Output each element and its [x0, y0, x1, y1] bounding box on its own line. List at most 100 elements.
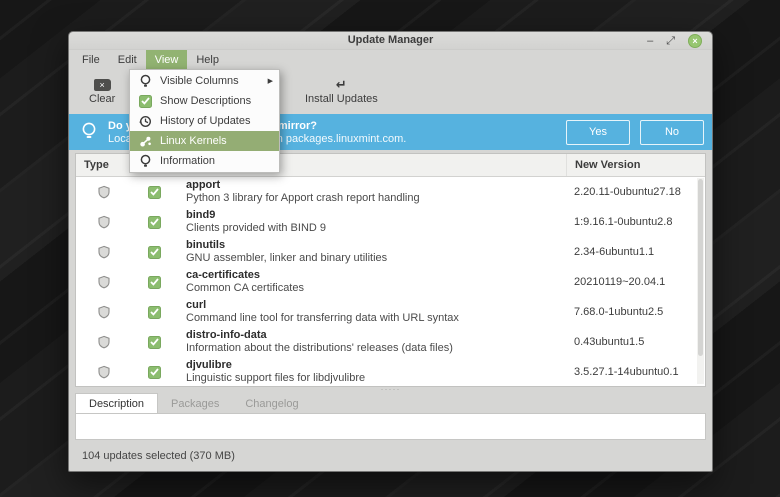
- history-icon: [138, 115, 152, 128]
- menu-item-visible-columns[interactable]: Visible Columns ▶: [130, 71, 279, 91]
- table-row[interactable]: ca-certificates Common CA certificates 2…: [76, 267, 705, 297]
- table-row[interactable]: binutils GNU assembler, linker and binar…: [76, 237, 705, 267]
- checkbox-checked-icon: [148, 306, 161, 319]
- package-name: apport: [186, 179, 566, 192]
- menu-view[interactable]: View: [146, 50, 188, 69]
- package-new-version: 1:9.16.1-0ubuntu2.8: [566, 216, 697, 228]
- checkbox-checked-icon: [138, 95, 152, 108]
- package-new-version: 2.34-6ubuntu1.1: [566, 246, 697, 258]
- install-updates-button[interactable]: ↵ Install Updates: [293, 71, 390, 112]
- view-menu-dropdown: Visible Columns ▶ Show Descriptions Hist…: [129, 69, 280, 173]
- restore-button[interactable]: ⤢: [666, 34, 675, 49]
- menu-item-label: Visible Columns: [160, 75, 268, 87]
- clear-icon: ×: [94, 79, 111, 91]
- tab-packages[interactable]: Packages: [158, 395, 232, 413]
- package-new-version: 2.20.11-0ubuntu27.18: [566, 186, 697, 198]
- package-name: binutils: [186, 239, 566, 252]
- menu-item-label: Linux Kernels: [160, 135, 273, 147]
- package-cell: apport Python 3 library for Apport crash…: [176, 179, 566, 205]
- description-panel: [75, 413, 706, 440]
- menu-item-label: Information: [160, 155, 273, 167]
- menu-item-label: Show Descriptions: [160, 95, 273, 107]
- package-cell: djvulibre Linguistic support files for l…: [176, 359, 566, 385]
- package-cell: curl Command line tool for transferring …: [176, 299, 566, 325]
- menu-item-show-descriptions[interactable]: Show Descriptions: [130, 91, 279, 111]
- package-new-version: 20210119~20.04.1: [566, 276, 697, 288]
- package-name: ca-certificates: [186, 269, 566, 282]
- clear-button[interactable]: × Clear: [77, 71, 127, 112]
- titlebar-buttons: – ⤢ ×: [647, 33, 702, 49]
- package-name: bind9: [186, 209, 566, 222]
- security-shield-icon: [76, 245, 132, 259]
- security-shield-icon: [76, 305, 132, 319]
- clear-button-label: Clear: [89, 93, 115, 105]
- table-scrollbar[interactable]: [697, 178, 704, 384]
- package-description: Command line tool for transferring data …: [186, 312, 566, 325]
- checkbox-checked-icon: [148, 366, 161, 379]
- tab-description[interactable]: Description: [75, 393, 158, 413]
- package-description: GNU assembler, linker and binary utiliti…: [186, 252, 566, 265]
- package-description: Common CA certificates: [186, 282, 566, 295]
- row-checkbox[interactable]: [132, 216, 176, 229]
- tab-changelog[interactable]: Changelog: [232, 395, 311, 413]
- main-content: Type New Version apport Python 3 li: [69, 150, 712, 471]
- table-row[interactable]: djvulibre Linguistic support files for l…: [76, 357, 705, 387]
- menu-item-label: History of Updates: [160, 115, 273, 127]
- table-row[interactable]: distro-info-data Information about the d…: [76, 327, 705, 357]
- row-checkbox[interactable]: [132, 366, 176, 379]
- column-header-new-version[interactable]: New Version: [566, 154, 697, 176]
- package-new-version: 3.5.27.1-14ubuntu0.1: [566, 366, 697, 378]
- row-checkbox[interactable]: [132, 246, 176, 259]
- checkbox-checked-icon: [148, 216, 161, 229]
- row-checkbox[interactable]: [132, 276, 176, 289]
- menu-item-history-of-updates[interactable]: History of Updates: [130, 111, 279, 131]
- menu-file[interactable]: File: [73, 50, 109, 69]
- security-shield-icon: [76, 335, 132, 349]
- row-checkbox[interactable]: [132, 336, 176, 349]
- updates-table: Type New Version apport Python 3 li: [75, 153, 706, 387]
- table-row[interactable]: bind9 Clients provided with BIND 9 1:9.1…: [76, 207, 705, 237]
- package-new-version: 7.68.0-1ubuntu2.5: [566, 306, 697, 318]
- security-shield-icon: [76, 275, 132, 289]
- scrollbar-thumb[interactable]: [698, 179, 703, 356]
- status-text: 104 updates selected (370 MB): [82, 450, 235, 462]
- package-cell: distro-info-data Information about the d…: [176, 329, 566, 355]
- lightbulb-icon: [81, 121, 97, 143]
- kernels-icon: [138, 135, 152, 148]
- statusbar: 104 updates selected (370 MB): [75, 440, 706, 471]
- row-checkbox[interactable]: [132, 306, 176, 319]
- package-description: Python 3 library for Apport crash report…: [186, 192, 566, 205]
- window-title: Update Manager: [69, 34, 712, 46]
- table-row[interactable]: apport Python 3 library for Apport crash…: [76, 177, 705, 207]
- package-description: Information about the distributions' rel…: [186, 342, 566, 355]
- table-row[interactable]: curl Command line tool for transferring …: [76, 297, 705, 327]
- column-header-type[interactable]: Type: [76, 159, 132, 171]
- menu-help[interactable]: Help: [187, 50, 228, 69]
- menubar: File Edit View Help: [69, 50, 712, 69]
- menu-item-linux-kernels[interactable]: Linux Kernels: [130, 131, 279, 151]
- menu-item-information[interactable]: Information: [130, 151, 279, 171]
- package-name: curl: [186, 299, 566, 312]
- submenu-arrow-icon: ▶: [268, 77, 273, 85]
- titlebar[interactable]: Update Manager – ⤢ ×: [69, 32, 712, 50]
- package-description: Linguistic support files for libdjvulibr…: [186, 372, 566, 385]
- install-button-label: Install Updates: [305, 93, 378, 105]
- package-cell: bind9 Clients provided with BIND 9: [176, 209, 566, 235]
- no-button[interactable]: No: [640, 120, 704, 145]
- security-shield-icon: [76, 215, 132, 229]
- checkbox-checked-icon: [148, 186, 161, 199]
- package-description: Clients provided with BIND 9: [186, 222, 566, 235]
- row-checkbox[interactable]: [132, 186, 176, 199]
- close-button[interactable]: ×: [688, 34, 702, 48]
- package-new-version: 0.43ubuntu1.5: [566, 336, 697, 348]
- menu-edit[interactable]: Edit: [109, 50, 146, 69]
- pin-icon: [138, 154, 152, 168]
- desktop-background: Update Manager – ⤢ × File Edit View Help…: [0, 0, 780, 497]
- package-name: distro-info-data: [186, 329, 566, 342]
- checkbox-checked-icon: [148, 336, 161, 349]
- yes-button[interactable]: Yes: [566, 120, 630, 145]
- minimize-button[interactable]: –: [647, 34, 653, 49]
- update-manager-window: Update Manager – ⤢ × File Edit View Help…: [68, 31, 713, 472]
- checkbox-checked-icon: [148, 246, 161, 259]
- pin-icon: [138, 74, 152, 88]
